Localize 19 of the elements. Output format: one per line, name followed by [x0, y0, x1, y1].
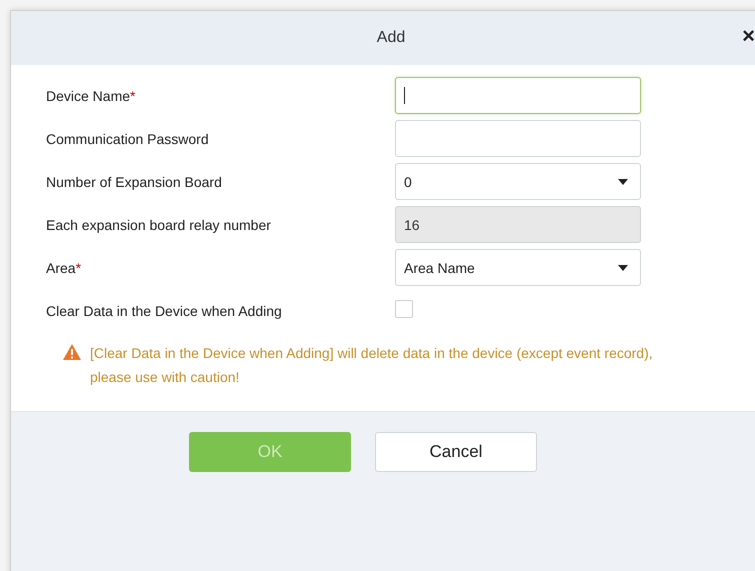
password-field[interactable]: [395, 120, 641, 157]
dialog-title: Add: [376, 29, 406, 47]
field-label: Communication Password: [46, 130, 210, 149]
readonly-field: 16: [395, 206, 641, 243]
dropdown-arrow-icon: [618, 264, 628, 270]
dropdown-field[interactable]: Area Name: [395, 249, 641, 286]
close-button[interactable]: ×: [742, 25, 755, 47]
warning-icon: [62, 343, 82, 361]
field-label: Number of Expansion Board: [46, 173, 223, 192]
dropdown-field[interactable]: 0: [395, 163, 641, 200]
dropdown-arrow-icon: [618, 178, 628, 184]
field-label: Each expansion board relay number: [46, 216, 272, 235]
field-label: Clear Data in the Device when Adding: [46, 302, 283, 321]
checkbox[interactable]: [395, 300, 413, 318]
field-label: Device Name*: [46, 87, 136, 106]
warning-message: [Clear Data in the Device when Adding] will delete data in the device (except event record), please use with caution!: [90, 344, 654, 387]
text-field[interactable]: [395, 77, 641, 114]
field-label: Area*: [46, 259, 82, 278]
cancel-button[interactable]: Cancel: [375, 432, 537, 472]
